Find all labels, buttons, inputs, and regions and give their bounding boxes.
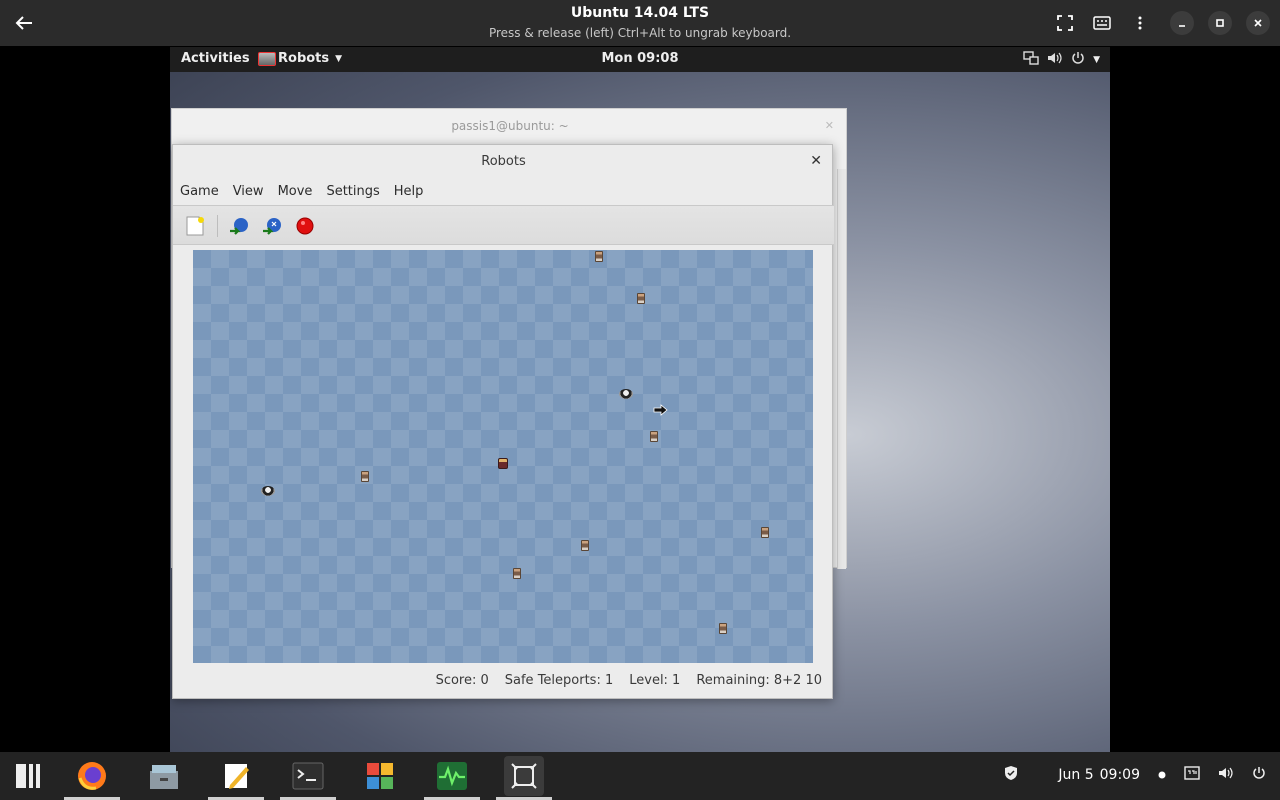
host-header-bar: Ubuntu 14.04 LTS Press & release (left) … bbox=[0, 0, 1280, 46]
remaining-label: Remaining: 8+2 10 bbox=[696, 673, 822, 688]
game-board[interactable] bbox=[193, 250, 813, 663]
robot bbox=[361, 471, 369, 482]
guest-desktop: Activities Robots ▼ Mon 09:08 ▼ passis1@… bbox=[170, 47, 1110, 752]
junk-heap bbox=[261, 486, 275, 496]
minimize-icon[interactable] bbox=[1170, 11, 1194, 35]
new-game-icon[interactable] bbox=[184, 215, 206, 237]
shield-icon[interactable] bbox=[1004, 765, 1018, 785]
menu-settings[interactable]: Settings bbox=[319, 181, 386, 205]
robot bbox=[650, 431, 658, 442]
robot bbox=[581, 540, 589, 551]
network-icon[interactable] bbox=[1023, 51, 1039, 69]
power-icon[interactable] bbox=[1071, 51, 1085, 69]
keyboard-icon[interactable] bbox=[1090, 11, 1114, 35]
host-system-tray: Jun 5 09:09 bbox=[1004, 765, 1266, 785]
taskbar-date[interactable]: Jun 5 bbox=[1058, 767, 1093, 783]
teleport-icon[interactable] bbox=[228, 215, 250, 237]
guest-clock[interactable]: Mon 09:08 bbox=[170, 51, 1110, 66]
score-label: Score: 0 bbox=[435, 673, 489, 688]
toolbar-separator bbox=[217, 215, 218, 237]
terminal-scrollbar[interactable] bbox=[837, 169, 846, 569]
robots-toolbar bbox=[173, 205, 834, 245]
notification-dot-icon[interactable] bbox=[1158, 767, 1166, 783]
volume-icon[interactable] bbox=[1047, 51, 1063, 69]
robot bbox=[595, 251, 603, 262]
safe-teleports-label: Safe Teleports: 1 bbox=[504, 673, 614, 688]
robot bbox=[761, 527, 769, 538]
host-window-title: Ubuntu 14.04 LTS bbox=[570, 5, 710, 21]
robots-statusbar: Score: 0 Safe Teleports: 1 Level: 1 Rema… bbox=[173, 673, 834, 697]
software-center-icon[interactable] bbox=[363, 759, 397, 793]
terminal-icon[interactable] bbox=[291, 759, 325, 793]
vm-window-icon[interactable] bbox=[504, 756, 544, 796]
network-icon[interactable] bbox=[1184, 766, 1200, 784]
menu-game[interactable]: Game bbox=[173, 181, 226, 205]
menu-view[interactable]: View bbox=[226, 181, 271, 205]
volume-icon[interactable] bbox=[1218, 766, 1234, 784]
wait-stop-icon[interactable] bbox=[294, 215, 316, 237]
files-icon[interactable] bbox=[147, 759, 181, 793]
level-label: Level: 1 bbox=[629, 673, 681, 688]
terminal-close-icon[interactable]: ✕ bbox=[825, 119, 834, 132]
menu-help[interactable]: Help bbox=[387, 181, 431, 205]
robot bbox=[637, 293, 645, 304]
guest-system-tray[interactable]: ▼ bbox=[1023, 51, 1100, 69]
system-monitor-icon[interactable] bbox=[435, 759, 469, 793]
robots-title: Robots bbox=[481, 154, 526, 169]
host-window-subtitle: Press & release (left) Ctrl+Alt to ungra… bbox=[488, 26, 792, 40]
fullscreen-icon[interactable] bbox=[1053, 11, 1077, 35]
taskbar-time[interactable]: 09:09 bbox=[1100, 767, 1140, 783]
firefox-icon[interactable] bbox=[75, 759, 109, 793]
junk-heap bbox=[619, 389, 633, 399]
menu-move[interactable]: Move bbox=[271, 181, 320, 205]
robots-close-icon[interactable]: ✕ bbox=[810, 153, 822, 169]
robot bbox=[513, 568, 521, 579]
close-icon[interactable] bbox=[1246, 11, 1270, 35]
robots-window: Robots ✕ Game View Move Settings Help Sc… bbox=[172, 144, 834, 699]
pointer-cursor-icon bbox=[653, 401, 669, 420]
robot bbox=[719, 623, 727, 634]
guest-top-bar: Activities Robots ▼ Mon 09:08 ▼ bbox=[170, 47, 1110, 72]
host-taskbar: Jun 5 09:09 bbox=[0, 752, 1280, 800]
terminal-title: passis1@ubuntu: ~ bbox=[451, 119, 569, 133]
robots-menubar: Game View Move Settings Help bbox=[173, 181, 834, 205]
random-teleport-icon[interactable] bbox=[261, 215, 283, 237]
maximize-icon[interactable] bbox=[1208, 11, 1232, 35]
player bbox=[498, 458, 508, 469]
menu-kebab-icon[interactable] bbox=[1128, 11, 1152, 35]
text-editor-icon[interactable] bbox=[220, 759, 254, 793]
chevron-down-icon: ▼ bbox=[1093, 55, 1100, 65]
power-icon[interactable] bbox=[1252, 766, 1266, 784]
app-launcher-icon[interactable] bbox=[11, 759, 45, 793]
